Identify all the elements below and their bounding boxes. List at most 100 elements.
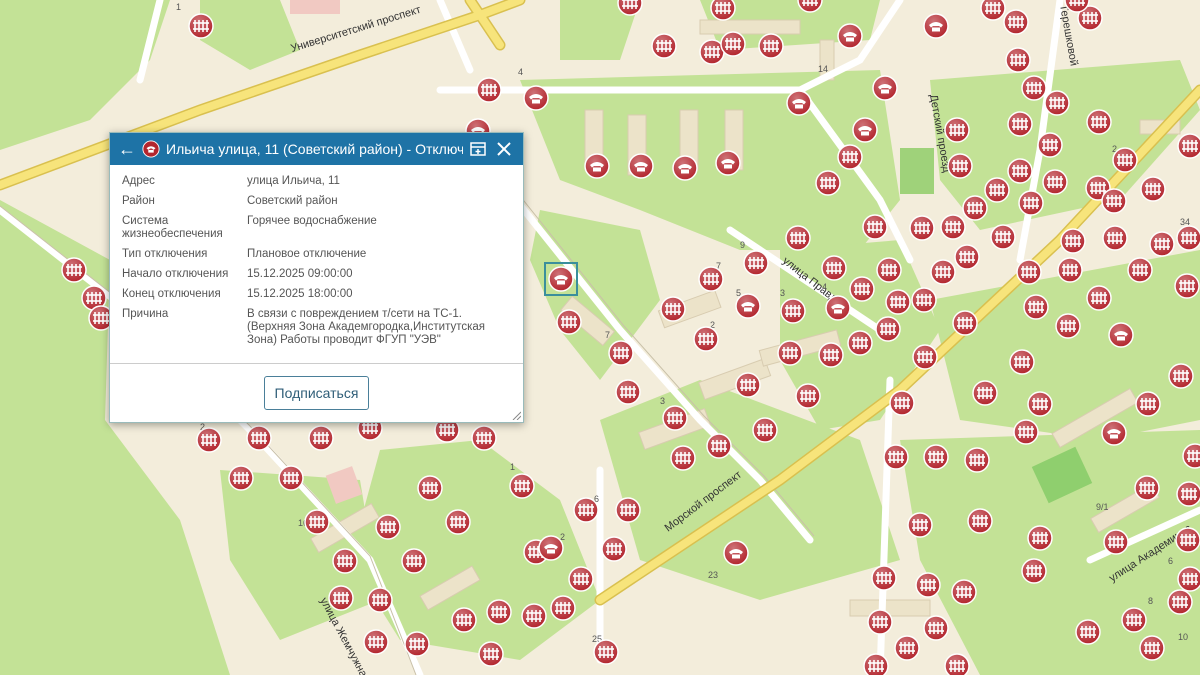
- radiator-shutoff-icon[interactable]: [951, 579, 977, 605]
- radiator-shutoff-icon[interactable]: [451, 607, 477, 633]
- radiator-shutoff-icon[interactable]: [363, 629, 389, 655]
- radiator-shutoff-icon[interactable]: [967, 508, 993, 534]
- radiator-shutoff-icon[interactable]: [911, 287, 937, 313]
- radiator-shutoff-icon[interactable]: [847, 330, 873, 356]
- radiator-shutoff-icon[interactable]: [308, 425, 334, 451]
- radiator-shutoff-icon[interactable]: [962, 195, 988, 221]
- radiator-shutoff-icon[interactable]: [1177, 133, 1200, 159]
- radiator-shutoff-icon[interactable]: [471, 425, 497, 451]
- radiator-shutoff-icon[interactable]: [1005, 47, 1031, 73]
- radiator-shutoff-icon[interactable]: [889, 390, 915, 416]
- radiator-shutoff-icon[interactable]: [1021, 558, 1047, 584]
- radiator-shutoff-icon[interactable]: [556, 309, 582, 335]
- radiator-shutoff-icon[interactable]: [758, 33, 784, 59]
- radiator-shutoff-icon[interactable]: [651, 33, 677, 59]
- radiator-shutoff-icon[interactable]: [990, 224, 1016, 250]
- radiator-shutoff-icon[interactable]: [1103, 529, 1129, 555]
- radiator-shutoff-icon[interactable]: [706, 433, 732, 459]
- radiator-shutoff-icon[interactable]: [909, 215, 935, 241]
- radiator-shutoff-icon[interactable]: [867, 609, 893, 635]
- radiator-shutoff-icon[interactable]: [710, 0, 736, 21]
- radiator-shutoff-icon[interactable]: [662, 405, 688, 431]
- radiator-shutoff-icon[interactable]: [304, 509, 330, 535]
- radiator-shutoff-icon[interactable]: [1042, 169, 1068, 195]
- radiator-shutoff-icon[interactable]: [885, 289, 911, 315]
- radiator-shutoff-icon[interactable]: [521, 603, 547, 629]
- radiator-shutoff-icon[interactable]: [509, 473, 535, 499]
- radiator-shutoff-icon[interactable]: [777, 340, 803, 366]
- radiator-shutoff-icon[interactable]: [972, 380, 998, 406]
- radiator-shutoff-icon[interactable]: [1182, 443, 1200, 469]
- radiator-shutoff-icon[interactable]: [1177, 566, 1200, 592]
- radiator-shutoff-icon[interactable]: [980, 0, 1006, 21]
- radiator-shutoff-icon[interactable]: [1139, 635, 1165, 661]
- radiator-shutoff-icon[interactable]: [930, 259, 956, 285]
- radiator-shutoff-icon[interactable]: [785, 225, 811, 251]
- dock-panel-icon[interactable]: [467, 138, 489, 160]
- radiator-shutoff-icon[interactable]: [735, 372, 761, 398]
- radiator-shutoff-icon[interactable]: [593, 639, 619, 665]
- radiator-shutoff-icon[interactable]: [573, 497, 599, 523]
- radiator-shutoff-icon[interactable]: [1102, 225, 1128, 251]
- radiator-shutoff-icon[interactable]: [915, 572, 941, 598]
- radiator-shutoff-icon[interactable]: [1127, 257, 1153, 283]
- radiator-shutoff-icon[interactable]: [1018, 190, 1044, 216]
- radiator-shutoff-icon[interactable]: [720, 31, 746, 57]
- radiator-shutoff-icon[interactable]: [670, 445, 696, 471]
- radiator-shutoff-icon[interactable]: [1149, 231, 1175, 257]
- radiator-shutoff-icon[interactable]: [1086, 285, 1112, 311]
- phone-shutoff-icon[interactable]: [837, 23, 863, 49]
- radiator-shutoff-icon[interactable]: [61, 257, 87, 283]
- radiator-shutoff-icon[interactable]: [478, 641, 504, 667]
- radiator-shutoff-icon[interactable]: [1009, 349, 1035, 375]
- radiator-shutoff-icon[interactable]: [615, 497, 641, 523]
- radiator-shutoff-icon[interactable]: [954, 244, 980, 270]
- resize-handle-icon[interactable]: [511, 410, 521, 420]
- radiator-shutoff-icon[interactable]: [568, 566, 594, 592]
- phone-shutoff-icon[interactable]: [923, 13, 949, 39]
- radiator-shutoff-icon[interactable]: [1016, 259, 1042, 285]
- radiator-shutoff-icon[interactable]: [849, 276, 875, 302]
- radiator-shutoff-icon[interactable]: [1176, 481, 1200, 507]
- radiator-shutoff-icon[interactable]: [1101, 188, 1127, 214]
- radiator-shutoff-icon[interactable]: [1007, 158, 1033, 184]
- radiator-shutoff-icon[interactable]: [907, 512, 933, 538]
- radiator-shutoff-icon[interactable]: [964, 447, 990, 473]
- radiator-shutoff-icon[interactable]: [1176, 225, 1200, 251]
- radiator-shutoff-icon[interactable]: [1134, 475, 1160, 501]
- radiator-shutoff-icon[interactable]: [875, 316, 901, 342]
- radiator-shutoff-icon[interactable]: [228, 465, 254, 491]
- radiator-shutoff-icon[interactable]: [815, 170, 841, 196]
- radiator-shutoff-icon[interactable]: [940, 214, 966, 240]
- radiator-shutoff-icon[interactable]: [883, 444, 909, 470]
- radiator-shutoff-icon[interactable]: [608, 340, 634, 366]
- radiator-shutoff-icon[interactable]: [1167, 589, 1193, 615]
- phone-shutoff-icon[interactable]: [628, 153, 654, 179]
- radiator-shutoff-icon[interactable]: [1055, 313, 1081, 339]
- phone-shutoff-icon[interactable]: [852, 117, 878, 143]
- radiator-shutoff-icon[interactable]: [780, 298, 806, 324]
- radiator-shutoff-icon[interactable]: [821, 255, 847, 281]
- radiator-shutoff-icon[interactable]: [894, 635, 920, 661]
- radiator-shutoff-icon[interactable]: [1013, 419, 1039, 445]
- radiator-shutoff-icon[interactable]: [1057, 257, 1083, 283]
- radiator-shutoff-icon[interactable]: [1121, 607, 1147, 633]
- radiator-shutoff-icon[interactable]: [863, 653, 889, 675]
- radiator-shutoff-icon[interactable]: [375, 514, 401, 540]
- radiator-shutoff-icon[interactable]: [1027, 391, 1053, 417]
- radiator-shutoff-icon[interactable]: [837, 144, 863, 170]
- phone-shutoff-icon[interactable]: [1108, 322, 1134, 348]
- phone-shutoff-icon[interactable]: [715, 150, 741, 176]
- radiator-shutoff-icon[interactable]: [1174, 273, 1200, 299]
- radiator-shutoff-icon[interactable]: [818, 342, 844, 368]
- radiator-shutoff-icon[interactable]: [367, 587, 393, 613]
- radiator-shutoff-icon[interactable]: [1086, 109, 1112, 135]
- radiator-shutoff-icon[interactable]: [862, 214, 888, 240]
- phone-shutoff-icon[interactable]: [872, 75, 898, 101]
- radiator-shutoff-icon[interactable]: [1007, 111, 1033, 137]
- radiator-shutoff-icon[interactable]: [445, 509, 471, 535]
- radiator-shutoff-icon[interactable]: [1075, 619, 1101, 645]
- radiator-shutoff-icon[interactable]: [743, 250, 769, 276]
- radiator-shutoff-icon[interactable]: [752, 417, 778, 443]
- radiator-shutoff-icon[interactable]: [417, 475, 443, 501]
